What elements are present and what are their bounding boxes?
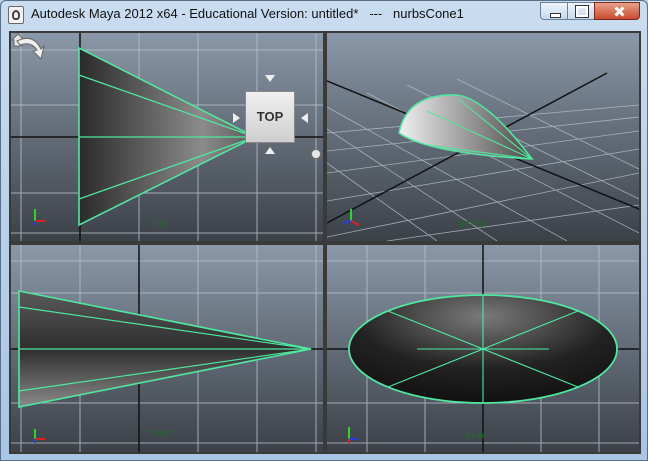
viewport-persp[interactable]: persp — [327, 33, 639, 241]
viewport-top[interactable]: TOP top — [11, 33, 323, 241]
viewcube[interactable]: TOP — [245, 91, 295, 143]
arrow-right-icon[interactable] — [301, 113, 309, 123]
window-title: Autodesk Maya 2012 x64 - Educational Ver… — [31, 6, 464, 21]
title-bar[interactable]: Autodesk Maya 2012 x64 - Educational Ver… — [1, 1, 647, 29]
maximize-button[interactable] — [567, 2, 595, 20]
maya-app-icon[interactable] — [8, 6, 24, 24]
axis-gizmo-icon — [342, 209, 360, 226]
viewport-label-front: front — [147, 429, 175, 439]
persp-view-grid — [327, 72, 639, 241]
axis-gizmo-icon — [348, 427, 357, 443]
viewport-label-side: side — [465, 431, 487, 441]
viewport-side[interactable]: side — [327, 245, 639, 452]
axis-gizmo-icon — [34, 209, 45, 225]
arrow-left-icon[interactable] — [233, 113, 241, 123]
arrow-up-icon[interactable] — [265, 75, 275, 83]
maya-window: Autodesk Maya 2012 x64 - Educational Ver… — [0, 0, 648, 461]
viewport-front[interactable]: front — [11, 245, 323, 452]
axis-gizmo-icon — [34, 429, 45, 443]
viewport-label-top: top — [151, 219, 168, 229]
viewcube-menu-icon[interactable] — [311, 149, 321, 159]
rotate-view-icon[interactable] — [11, 33, 45, 67]
minimize-button[interactable] — [540, 2, 568, 20]
viewport-panes: TOP top persp front side — [9, 31, 641, 454]
side-view-grid — [327, 245, 639, 452]
close-button[interactable] — [594, 2, 640, 20]
front-view-grid — [11, 245, 323, 452]
viewport-label-persp: persp — [459, 219, 487, 229]
arrow-down-icon[interactable] — [265, 147, 275, 155]
